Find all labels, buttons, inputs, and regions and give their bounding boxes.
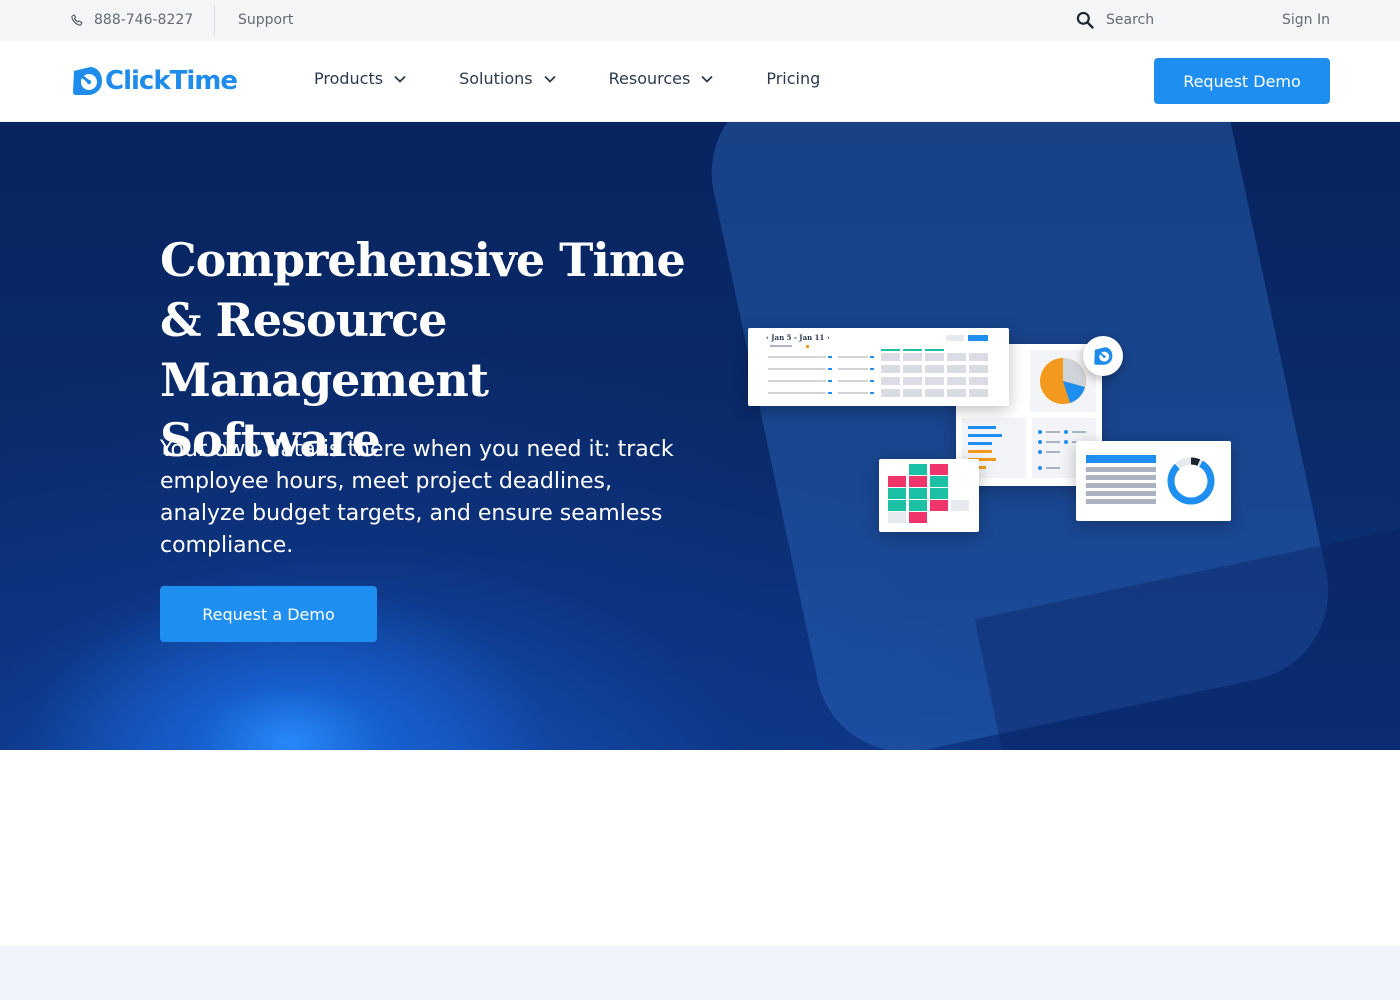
primary-menu: Products Solutions Resources Pricing — [314, 69, 820, 88]
hero-subtitle: Your own data is there when you need it:… — [160, 437, 674, 558]
nav-item-label: Solutions — [459, 69, 533, 88]
sign-in-link[interactable]: Sign In — [1282, 12, 1330, 28]
nav-item-products[interactable]: Products — [314, 69, 407, 88]
phone-link[interactable]: 888-746-8227 — [70, 12, 193, 28]
request-a-demo-button[interactable]: Request a Demo — [160, 586, 377, 642]
chevron-down-icon — [394, 75, 406, 83]
logo[interactable]: ClickTime — [70, 65, 238, 97]
next-section — [0, 946, 1400, 1000]
phone-number: 888-746-8227 — [94, 12, 194, 28]
product-illustration: ‹ Jan 5 - Jan 11 › — [748, 328, 1238, 538]
hero-section: Comprehensive Time & Resource Management… — [0, 122, 1400, 750]
schedule-heatmap-card — [879, 459, 979, 532]
support-link[interactable]: Support — [238, 12, 293, 28]
nav-item-label: Products — [314, 69, 384, 88]
clicktime-logo-icon — [73, 67, 102, 95]
timesheet-card: ‹ Jan 5 - Jan 11 › — [748, 328, 1009, 406]
report-card — [1076, 441, 1231, 521]
phone-icon — [71, 14, 83, 26]
clicktime-logo-icon — [1094, 347, 1113, 365]
search-trigger[interactable]: Search — [1075, 10, 1154, 30]
nav-item-resources[interactable]: Resources — [609, 69, 715, 88]
request-demo-button[interactable]: Request Demo — [1154, 58, 1330, 104]
content-section — [0, 750, 1400, 946]
utility-bar: 888-746-8227 Support Search Sign In — [0, 0, 1400, 41]
nav-item-label: Resources — [608, 69, 691, 88]
chevron-down-icon — [701, 75, 713, 83]
main-nav: ClickTime Products Solutions Resources P… — [0, 41, 1400, 122]
nav-item-pricing[interactable]: Pricing — [766, 69, 820, 88]
search-icon — [1076, 11, 1094, 29]
utility-divider — [214, 6, 215, 35]
nav-item-solutions[interactable]: Solutions — [459, 69, 557, 88]
chevron-down-icon — [543, 75, 556, 83]
search-label: Search — [1106, 12, 1155, 28]
nav-item-label: Pricing — [766, 69, 821, 88]
logo-badge — [1083, 336, 1123, 376]
logo-text: ClickTime — [105, 66, 238, 96]
